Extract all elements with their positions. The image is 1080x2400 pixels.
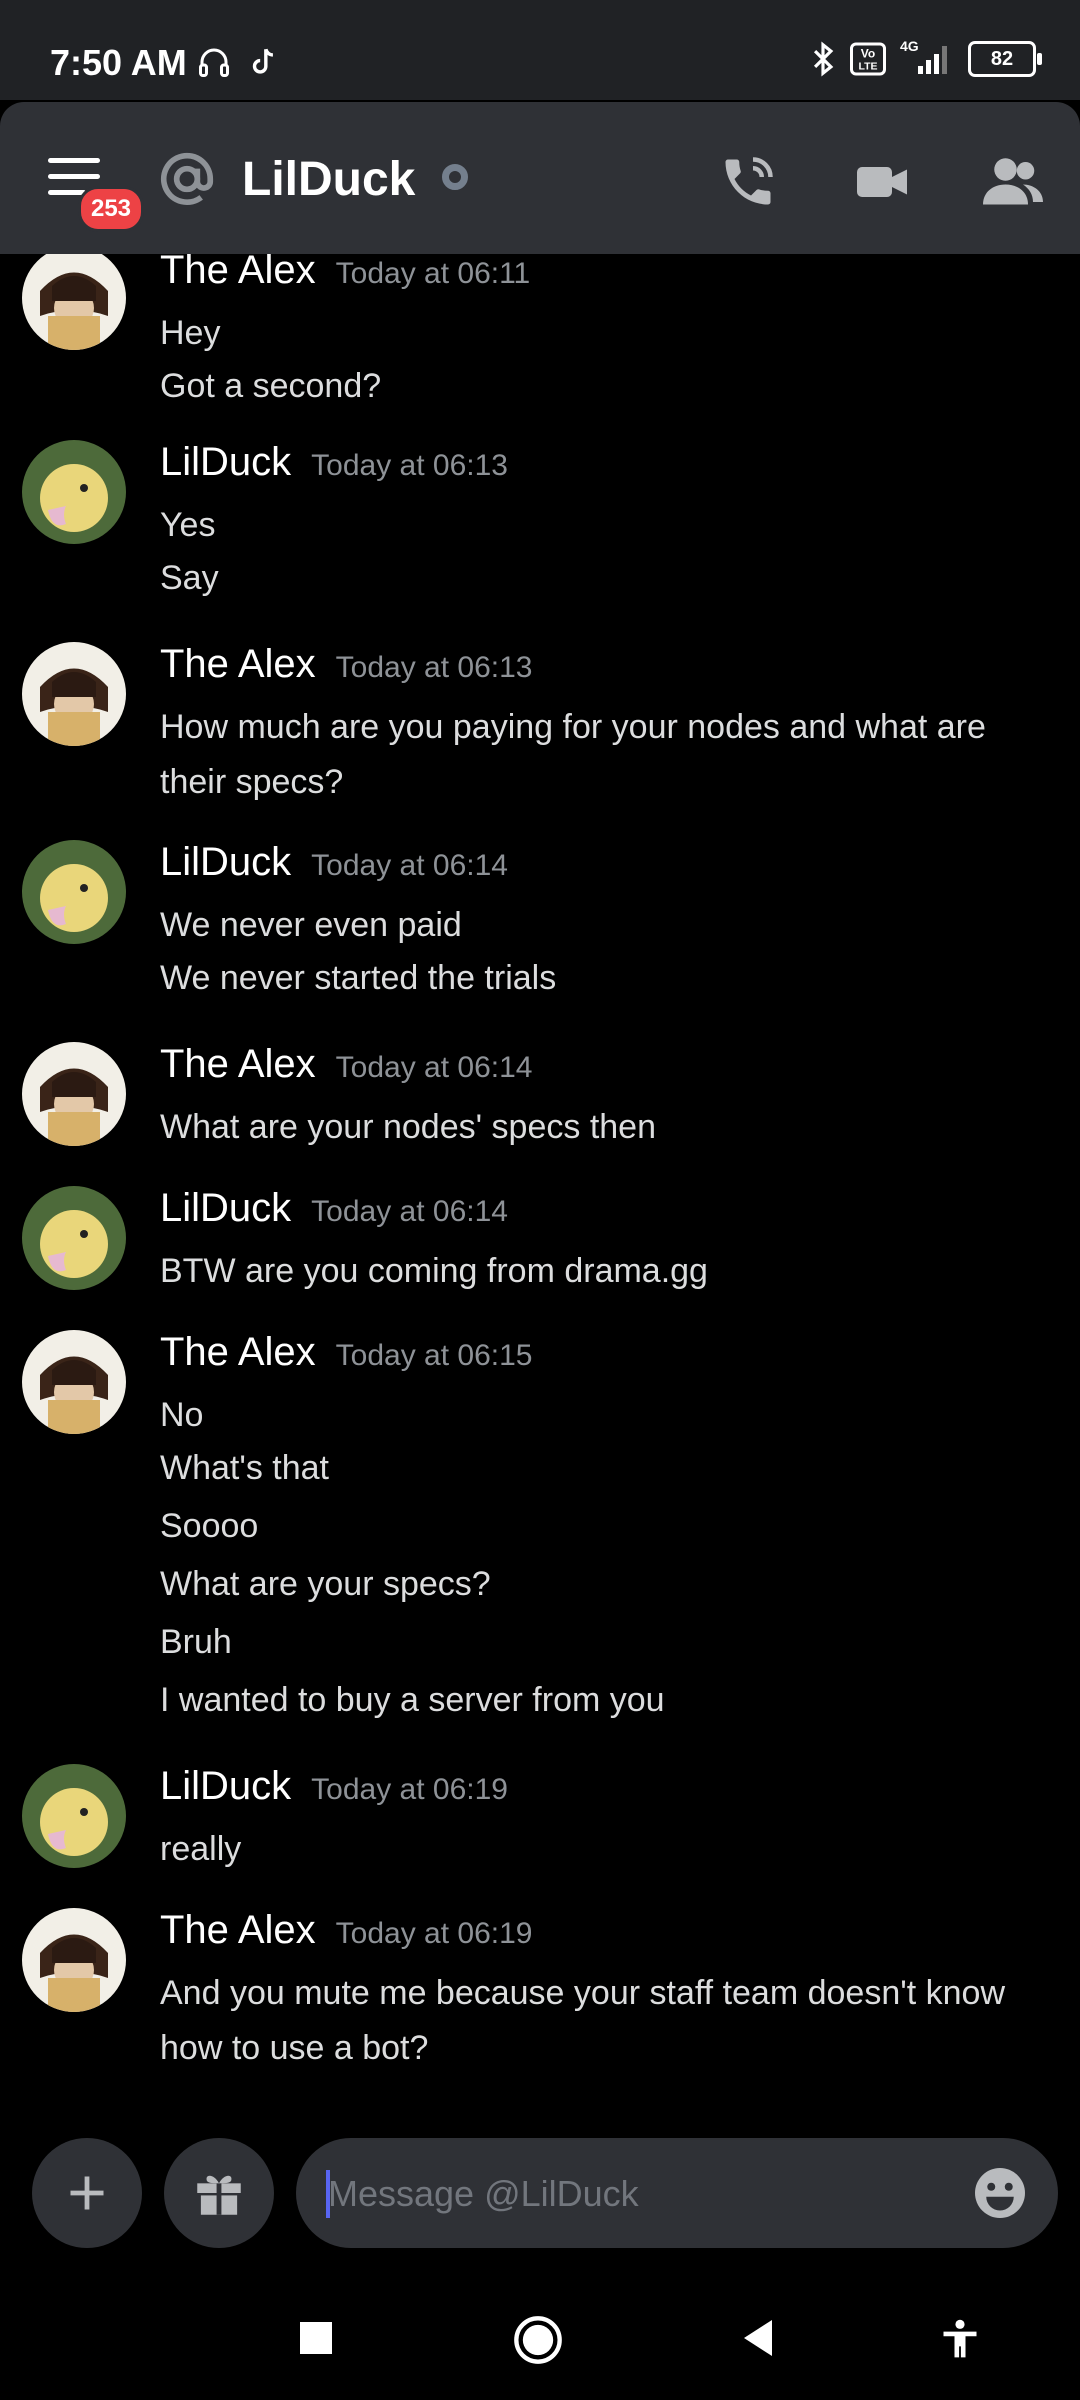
nav-back-icon[interactable] xyxy=(738,2314,778,2362)
message-author[interactable]: The Alex Today at 06:13 xyxy=(160,642,532,687)
message-text: Yes xyxy=(160,506,216,544)
gift-icon xyxy=(197,2175,241,2215)
message-text: What are your nodes' specs then xyxy=(160,1108,656,1146)
message-author[interactable]: The Alex Today at 06:11 xyxy=(160,254,530,293)
message-author[interactable]: LilDuck Today at 06:13 xyxy=(160,440,508,485)
channel-header: 253 LilDuck xyxy=(0,102,1080,254)
volte-icon: VoLTE xyxy=(850,42,886,76)
message-timestamp: Today at 06:19 xyxy=(311,1773,508,1806)
avatar[interactable] xyxy=(22,1042,126,1146)
nav-square-icon[interactable] xyxy=(296,2314,336,2362)
svg-text:Vo: Vo xyxy=(861,47,875,61)
message-author[interactable]: LilDuck Today at 06:19 xyxy=(160,1764,508,1809)
message-text: Soooo xyxy=(160,1507,259,1545)
message-author[interactable]: LilDuck Today at 06:14 xyxy=(160,1186,508,1231)
attach-button[interactable] xyxy=(32,2138,142,2248)
message-input[interactable] xyxy=(326,2138,950,2250)
avatar[interactable] xyxy=(22,642,126,746)
message-timestamp: Today at 06:14 xyxy=(335,1051,533,1084)
avatar[interactable] xyxy=(22,254,126,350)
avatar[interactable] xyxy=(22,1186,126,1290)
phone-call-icon[interactable] xyxy=(718,152,778,212)
status-right-icons: Vo LTE 4G 82 xyxy=(810,38,1042,78)
message-text: Hey xyxy=(160,314,221,352)
plus-icon xyxy=(70,2176,104,2210)
message-composer xyxy=(0,2114,1080,2284)
signal-icon: 4G xyxy=(900,38,954,76)
status-time: 7:50 AM xyxy=(50,42,187,83)
bluetooth-icon xyxy=(813,41,834,77)
gift-button[interactable] xyxy=(164,2138,274,2248)
status-bar: 7:50 AM Vo LTE 4G 82 xyxy=(0,0,1080,100)
accessibility-icon[interactable] xyxy=(938,2314,982,2364)
message-timestamp: Today at 06:14 xyxy=(311,1195,508,1228)
message-author[interactable]: The Alex Today at 06:14 xyxy=(160,1042,532,1087)
avatar[interactable] xyxy=(22,440,126,544)
message-author[interactable]: The Alex Today at 06:19 xyxy=(160,1908,532,1953)
svg-text:LTE: LTE xyxy=(858,61,877,73)
message-timestamp: Today at 06:11 xyxy=(335,257,531,290)
message-timestamp: Today at 06:13 xyxy=(335,651,533,684)
battery-icon: 82 xyxy=(968,41,1042,77)
avatar[interactable] xyxy=(22,1330,126,1434)
nav-home-icon[interactable] xyxy=(512,2314,564,2366)
message-input-container[interactable] xyxy=(296,2138,1058,2250)
offline-status-icon xyxy=(442,164,468,190)
message-text: really xyxy=(160,1830,242,1868)
message-author[interactable]: LilDuck Today at 06:14 xyxy=(160,840,508,885)
text-caret xyxy=(326,2170,330,2218)
message-text: What's that xyxy=(160,1449,330,1487)
message-text: I wanted to buy a server from you xyxy=(160,1681,665,1719)
message-text: How much are you paying for your nodes a… xyxy=(160,708,986,746)
message-text: No xyxy=(160,1396,204,1434)
message-list[interactable]: The Alex Today at 06:11 Hey Got a second?… xyxy=(0,254,1080,2114)
message-text: Got a second? xyxy=(160,367,382,405)
message-text: We never started the trials xyxy=(160,959,557,997)
message-text: We never even paid xyxy=(160,906,462,944)
message-text: their specs? xyxy=(160,763,344,801)
avatar[interactable] xyxy=(22,840,126,944)
message-timestamp: Today at 06:14 xyxy=(311,849,508,882)
emoji-icon[interactable] xyxy=(970,2163,1030,2223)
battery-level: 82 xyxy=(990,47,1014,70)
at-sign-icon xyxy=(160,152,214,206)
avatar[interactable] xyxy=(22,1908,126,2012)
message-text: how to use a bot? xyxy=(160,2029,429,2067)
message-timestamp: Today at 06:19 xyxy=(335,1917,533,1950)
avatar[interactable] xyxy=(22,1764,126,1868)
message-timestamp: Today at 06:15 xyxy=(335,1339,533,1372)
message-text: And you mute me because your staff team … xyxy=(160,1974,1006,2012)
message-text: Bruh xyxy=(160,1623,232,1661)
message-timestamp: Today at 06:13 xyxy=(311,449,508,482)
message-text: BTW are you coming from drama.gg xyxy=(160,1252,708,1290)
message-author[interactable]: The Alex Today at 06:15 xyxy=(160,1330,532,1375)
headphones-icon xyxy=(199,48,229,77)
status-left-icons xyxy=(196,44,280,80)
system-nav-bar xyxy=(0,2284,1080,2400)
tiktok-icon xyxy=(252,48,274,74)
notification-badge: 253 xyxy=(78,186,144,232)
members-icon[interactable] xyxy=(980,152,1046,212)
video-camera-icon[interactable] xyxy=(852,152,912,212)
message-text: What are your specs? xyxy=(160,1565,491,1603)
channel-title: LilDuck xyxy=(242,153,416,206)
message-text: Say xyxy=(160,559,219,597)
